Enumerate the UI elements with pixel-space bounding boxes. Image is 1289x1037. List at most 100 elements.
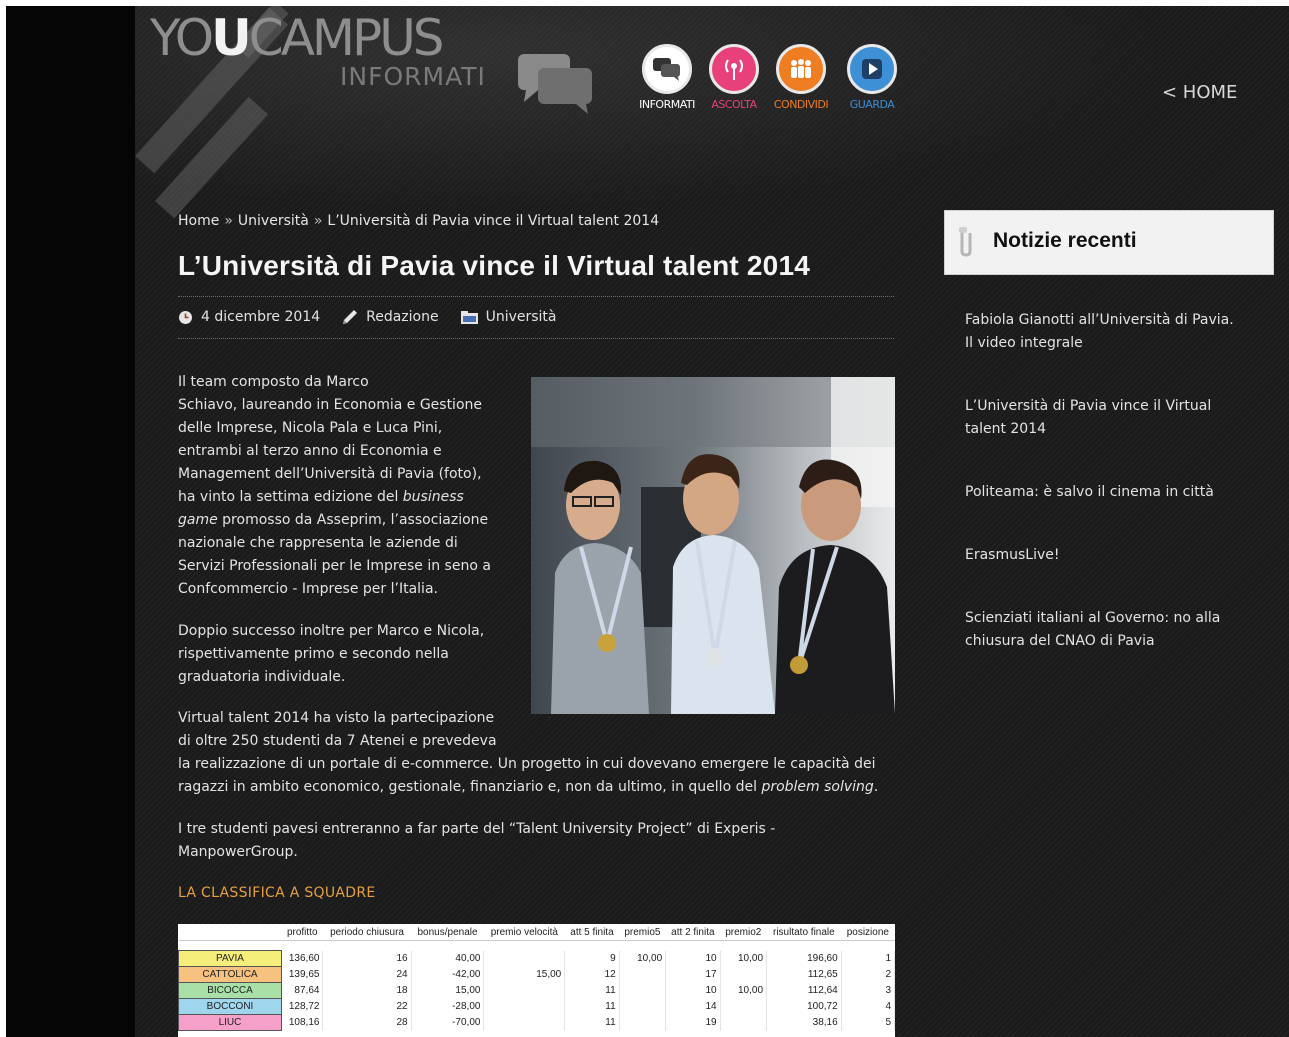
ranking-section-title: LA CLASSIFICA A SQUADRE [178, 885, 376, 901]
text-line: nazionale che rappresenta le aziende di [178, 535, 458, 551]
article-paragraph-2: Doppio successo inoltre per Marco e Nico… [178, 620, 518, 689]
text-emphasis: business [402, 489, 464, 505]
table-cell [483, 998, 566, 1015]
nav-circle [847, 44, 897, 94]
recent-news-line: ErasmusLive! [965, 547, 1060, 563]
table-header: premio5 [619, 924, 666, 941]
table-cell: 11 [564, 982, 620, 999]
table-header: premio2 [720, 924, 767, 941]
article-author[interactable]: Redazione [366, 309, 438, 325]
sidebar-widget-header: Notizie recenti [944, 210, 1274, 275]
team-name-cell: BICOCCA [178, 982, 282, 999]
home-link[interactable]: < HOME [1162, 82, 1237, 103]
text-line: Management dell’Università di Pavia (fot… [178, 466, 482, 482]
team-name-cell: CATTOLICA [178, 966, 282, 983]
breadcrumb-category[interactable]: Università [238, 213, 309, 229]
table-cell: 139,65 [281, 966, 324, 983]
ranking-table-image: profitto periodo chiusura bonus/penale p… [178, 924, 895, 1037]
table-cell: 4 [841, 998, 895, 1015]
meta-author: Redazione [342, 309, 439, 325]
table-cell: 40,00 [411, 950, 485, 967]
table-cell: 9 [564, 950, 620, 967]
article-photo[interactable] [531, 377, 895, 714]
table-cell: 38,16 [766, 1014, 842, 1031]
recent-news-line: talent 2014 [965, 421, 1047, 437]
nav-guarda[interactable]: GUARDA [832, 44, 912, 111]
table-row: PAVIA 136,60 16 40,00 9 10,00 10 10,00 196,60 1 [178, 950, 895, 967]
text-line: game promosso da Asseprim, l’associazion… [178, 509, 518, 532]
table-cell: 28 [322, 1014, 412, 1031]
text-line: Servizi Professionali per le Imprese in … [178, 558, 491, 574]
text-span: . [873, 779, 879, 795]
article-paragraph-3: Virtual talent 2014 ha visto la partecip… [178, 707, 908, 799]
recent-news-line: Politeama: è salvo il cinema in città [965, 484, 1214, 500]
table-row: LIUC 108,16 28 -70,00 11 19 38,16 5 [178, 1014, 895, 1031]
table-cell: 10,00 [720, 950, 768, 967]
table-cell [483, 1014, 566, 1031]
table-cell: 11 [564, 1014, 620, 1031]
table-cell: 196,60 [766, 950, 842, 967]
broadcast-icon [725, 59, 743, 80]
text-line: Doppio successo inoltre per Marco e Nico… [178, 623, 485, 639]
table-header [178, 924, 282, 941]
table-cell: 100,72 [766, 998, 842, 1015]
text-line: ha vinto la settima edizione del busines… [178, 486, 518, 509]
table-cell: 5 [841, 1014, 895, 1031]
text-line: I tre studenti pavesi entreranno a far p… [178, 821, 776, 837]
text-line: la realizzazione di un portale di e-comm… [178, 756, 876, 772]
text-line: Il team composto da Marco [178, 374, 369, 390]
recent-news-link[interactable]: Scienziati italiani al Governo: no alla c… [965, 607, 1265, 653]
clock-icon [179, 310, 192, 324]
table-cell [619, 1014, 667, 1031]
recent-news-line: Scienziati italiani al Governo: no alla [965, 610, 1221, 626]
text-line: ManpowerGroup. [178, 844, 298, 860]
text-span: promosso da Asseprim, l’associazione [217, 512, 489, 528]
article-category[interactable]: Università [486, 309, 557, 325]
breadcrumb-current: L’Università di Pavia vince il Virtual t… [327, 213, 660, 229]
table-cell: 19 [665, 1014, 721, 1031]
table-cell: 10 [665, 982, 721, 999]
table-cell: 112,65 [766, 966, 842, 983]
recent-news-link[interactable]: L’Università di Pavia vince il Virtual ta… [965, 395, 1265, 441]
table-cell: 10,00 [720, 982, 768, 999]
recent-news-link[interactable]: Fabiola Gianotti all’Università di Pavia… [965, 309, 1265, 355]
pencil-icon [343, 310, 358, 324]
breadcrumb-home[interactable]: Home [178, 213, 219, 229]
text-line: Schiavo, laureando in Economia e Gestion… [178, 397, 483, 413]
table-cell [619, 966, 667, 983]
table-cell [619, 982, 667, 999]
sidebar-title: Notizie recenti [993, 229, 1137, 252]
team-name-cell: BOCCONI [178, 998, 282, 1015]
table-cell: 17 [665, 966, 721, 983]
table-cell: 15,00 [411, 982, 485, 999]
recent-news-link[interactable]: ErasmusLive! [965, 544, 1265, 567]
table-cell: 18 [322, 982, 412, 999]
text-line: di oltre 250 studenti da 7 Atenei e prev… [178, 733, 497, 749]
table-cell: 16 [322, 950, 412, 967]
folder-icon [460, 311, 478, 324]
table-cell: 108,16 [281, 1014, 324, 1031]
table-cell: 1 [841, 950, 895, 967]
table-row: BICOCCA 87,64 18 15,00 11 10 10,00 112,64 3 [178, 982, 895, 999]
recent-news-line: Fabiola Gianotti all’Università di Pavia… [965, 312, 1234, 328]
text-line: entrambi al terzo anno di Economia e [178, 443, 442, 459]
table-cell: 3 [841, 982, 895, 999]
table-body: PAVIA 136,60 16 40,00 9 10,00 10 10,00 196,60 1 CA… [178, 941, 895, 1031]
table-header: bonus/penale [411, 924, 484, 941]
text-span: ha vinto la settima edizione del [178, 489, 403, 505]
table-cell [720, 1014, 768, 1031]
nav-label: GUARDA [849, 98, 895, 111]
nav-condividi[interactable]: CONDIVIDI [761, 44, 841, 111]
table-cell: 22 [322, 998, 412, 1015]
text-emphasis: game [178, 512, 218, 528]
logo-tagline: INFORMATI [340, 62, 486, 91]
text-emphasis: problem solving [761, 779, 874, 795]
table-header: att 5 finita [564, 924, 620, 941]
table-header: posizione [841, 924, 895, 941]
table-header: premio velocità [483, 924, 565, 941]
recent-news-link[interactable]: Politeama: è salvo il cinema in città [965, 481, 1265, 504]
breadcrumb-separator: » [313, 213, 323, 229]
table-cell: 112,64 [766, 982, 842, 999]
table-cell: 128,72 [281, 998, 324, 1015]
site-logo[interactable]: YOUCAMPUS INFORMATI [150, 8, 485, 91]
